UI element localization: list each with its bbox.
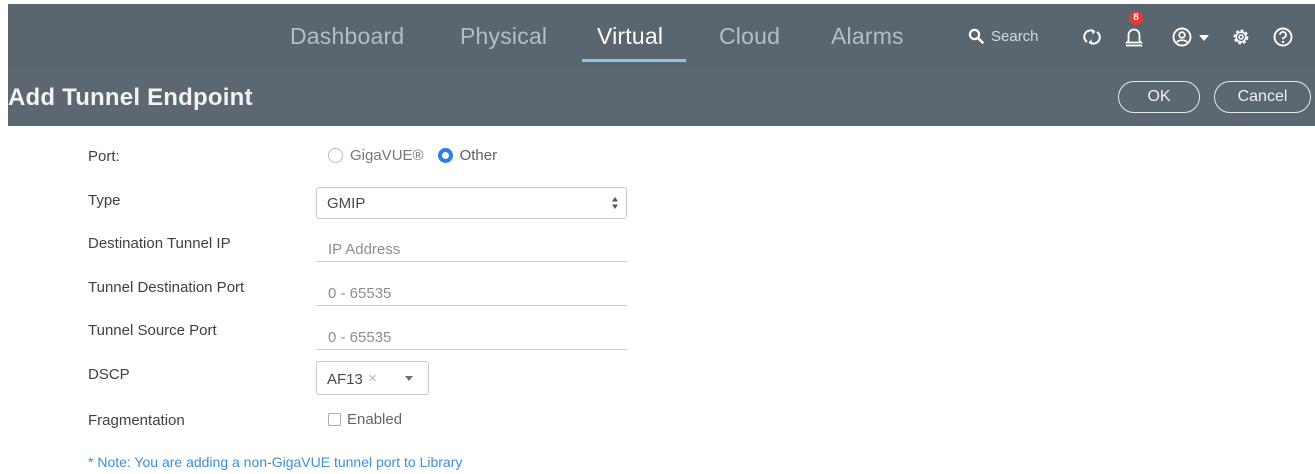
tab-virtual[interactable]: Virtual <box>597 23 663 50</box>
dscp-label: DSCP <box>88 366 130 383</box>
source-port-input[interactable] <box>316 318 627 350</box>
active-tab-indicator <box>582 59 686 62</box>
page-header: Add Tunnel Endpoint OK Cancel <box>8 68 1315 126</box>
dscp-clear-icon[interactable]: × <box>368 370 377 387</box>
port-gigavue-label[interactable]: GigaVUE® <box>350 147 424 164</box>
tab-dashboard[interactable]: Dashboard <box>290 23 404 50</box>
destination-ip-label: Destination Tunnel IP <box>88 235 231 252</box>
dscp-select[interactable]: AF13 × <box>316 361 429 395</box>
page-title: Add Tunnel Endpoint <box>8 84 253 111</box>
chevron-down-icon <box>1199 35 1209 41</box>
chevron-down-icon <box>405 376 413 381</box>
user-icon <box>1172 27 1192 47</box>
source-port-label: Tunnel Source Port <box>88 322 217 339</box>
cancel-button[interactable]: Cancel <box>1214 81 1311 113</box>
tab-physical[interactable]: Physical <box>460 23 547 50</box>
select-arrows-icon <box>612 197 618 209</box>
port-gigavue-radio[interactable] <box>328 148 343 163</box>
port-other-radio[interactable] <box>437 148 453 163</box>
tab-cloud[interactable]: Cloud <box>719 23 780 50</box>
type-select-value: GMIP <box>327 195 366 212</box>
port-radio-group: GigaVUE® Other <box>328 147 497 164</box>
type-select[interactable]: GMIP <box>316 187 627 219</box>
type-label: Type <box>88 192 121 209</box>
user-menu[interactable] <box>1171 26 1213 48</box>
fragmentation-checkbox[interactable] <box>328 413 341 426</box>
search-label: Search <box>991 27 1039 45</box>
destination-ip-input[interactable] <box>316 230 627 262</box>
destination-port-label: Tunnel Destination Port <box>88 279 245 296</box>
fragmentation-label: Fragmentation <box>88 412 185 429</box>
tab-alarms[interactable]: Alarms <box>831 23 904 50</box>
search-icon <box>968 28 984 44</box>
notification-badge: 8 <box>1129 11 1143 25</box>
fragmentation-checkbox-label[interactable]: Enabled <box>347 411 402 428</box>
port-other-label[interactable]: Other <box>460 147 498 164</box>
search-button[interactable]: Search <box>968 24 1039 48</box>
top-nav-bar: Dashboard Physical Virtual Cloud Alarms … <box>0 0 1315 68</box>
help-icon[interactable] <box>1272 26 1294 48</box>
fragmentation-checkbox-row[interactable]: Enabled <box>328 411 402 428</box>
ok-button[interactable]: OK <box>1118 81 1200 113</box>
port-label: Port: <box>88 148 120 165</box>
settings-icon[interactable] <box>1230 26 1252 48</box>
dscp-value: AF13 <box>327 371 363 388</box>
destination-port-input[interactable] <box>316 274 627 306</box>
library-note: * Note: You are adding a non-GigaVUE tun… <box>88 454 463 470</box>
bell-icon[interactable] <box>1124 26 1144 48</box>
refresh-icon[interactable] <box>1083 27 1101 47</box>
